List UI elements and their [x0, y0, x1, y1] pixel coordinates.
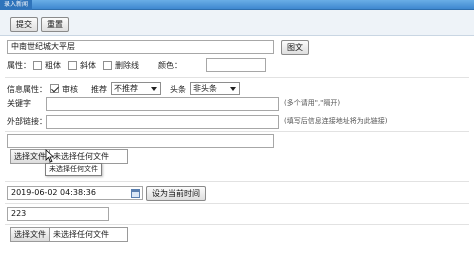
info-attributes-label: 信息属性： [7, 85, 47, 94]
recommend-label: 推荐 [91, 85, 107, 94]
top-tab[interactable]: 录入新闻 [0, 0, 33, 10]
color-input[interactable] [206, 58, 266, 72]
submit-button[interactable]: 提交 [10, 17, 38, 32]
external-link-label: 外部链接： [7, 117, 47, 126]
external-link-hint: (填写后信息连接地址将为此链接) [284, 117, 388, 125]
summary-input[interactable] [7, 134, 274, 148]
datetime-input[interactable]: 2019-06-02 04:38:36 [7, 186, 143, 200]
headline-select[interactable]: 非头条 [190, 82, 240, 95]
mouse-cursor-icon [45, 149, 55, 163]
title-input[interactable]: 中南世纪城大平层 [7, 40, 274, 54]
file-upload-2[interactable]: 选择文件 未选择任何文件 [10, 227, 128, 242]
divider [5, 131, 469, 132]
strike-checkbox[interactable] [103, 61, 112, 70]
divider [5, 181, 469, 182]
italic-checkbox[interactable] [68, 61, 77, 70]
bold-label: 粗体 [45, 61, 61, 70]
keywords-input[interactable] [46, 97, 279, 111]
divider [5, 77, 469, 78]
recommend-select-value: 不推荐 [114, 84, 138, 93]
chevron-down-icon [230, 87, 236, 91]
strike-label: 删除线 [115, 61, 139, 70]
bold-checkbox[interactable] [33, 61, 42, 70]
headline-select-value: 非头条 [193, 84, 217, 93]
chevron-down-icon [151, 87, 157, 91]
keywords-label: 关键字 [7, 99, 31, 108]
file-status: 未选择任何文件 [53, 152, 109, 161]
divider [5, 224, 469, 225]
calendar-icon[interactable] [131, 189, 140, 198]
attributes-label: 属性： [7, 61, 31, 70]
action-bar: 提交 重置 [0, 10, 474, 36]
audit-label: 审核 [62, 85, 78, 94]
image-text-button[interactable]: 图文 [281, 40, 309, 55]
file-status: 未选择任何文件 [53, 230, 109, 239]
audit-checkbox[interactable] [50, 84, 59, 93]
file-upload-1[interactable]: 选择文件 未选择任何文件 [10, 149, 128, 164]
choose-file-button[interactable]: 选择文件 [11, 228, 50, 241]
recommend-select[interactable]: 不推荐 [111, 82, 161, 95]
divider [5, 203, 469, 204]
keywords-hint: (多个请用","隔开) [284, 99, 341, 107]
reset-button[interactable]: 重置 [41, 17, 69, 32]
number-input[interactable]: 223 [7, 207, 109, 221]
datetime-value: 2019-06-02 04:38:36 [11, 188, 96, 197]
set-current-time-button[interactable]: 设为当前时间 [146, 186, 206, 201]
italic-label: 斜体 [80, 61, 96, 70]
headline-label: 头条 [170, 85, 186, 94]
color-label: 颜色： [158, 61, 182, 70]
top-banner: 录入新闻 [0, 0, 474, 10]
external-link-input[interactable] [46, 115, 279, 129]
file-tooltip: 未选择任何文件 [45, 163, 102, 176]
